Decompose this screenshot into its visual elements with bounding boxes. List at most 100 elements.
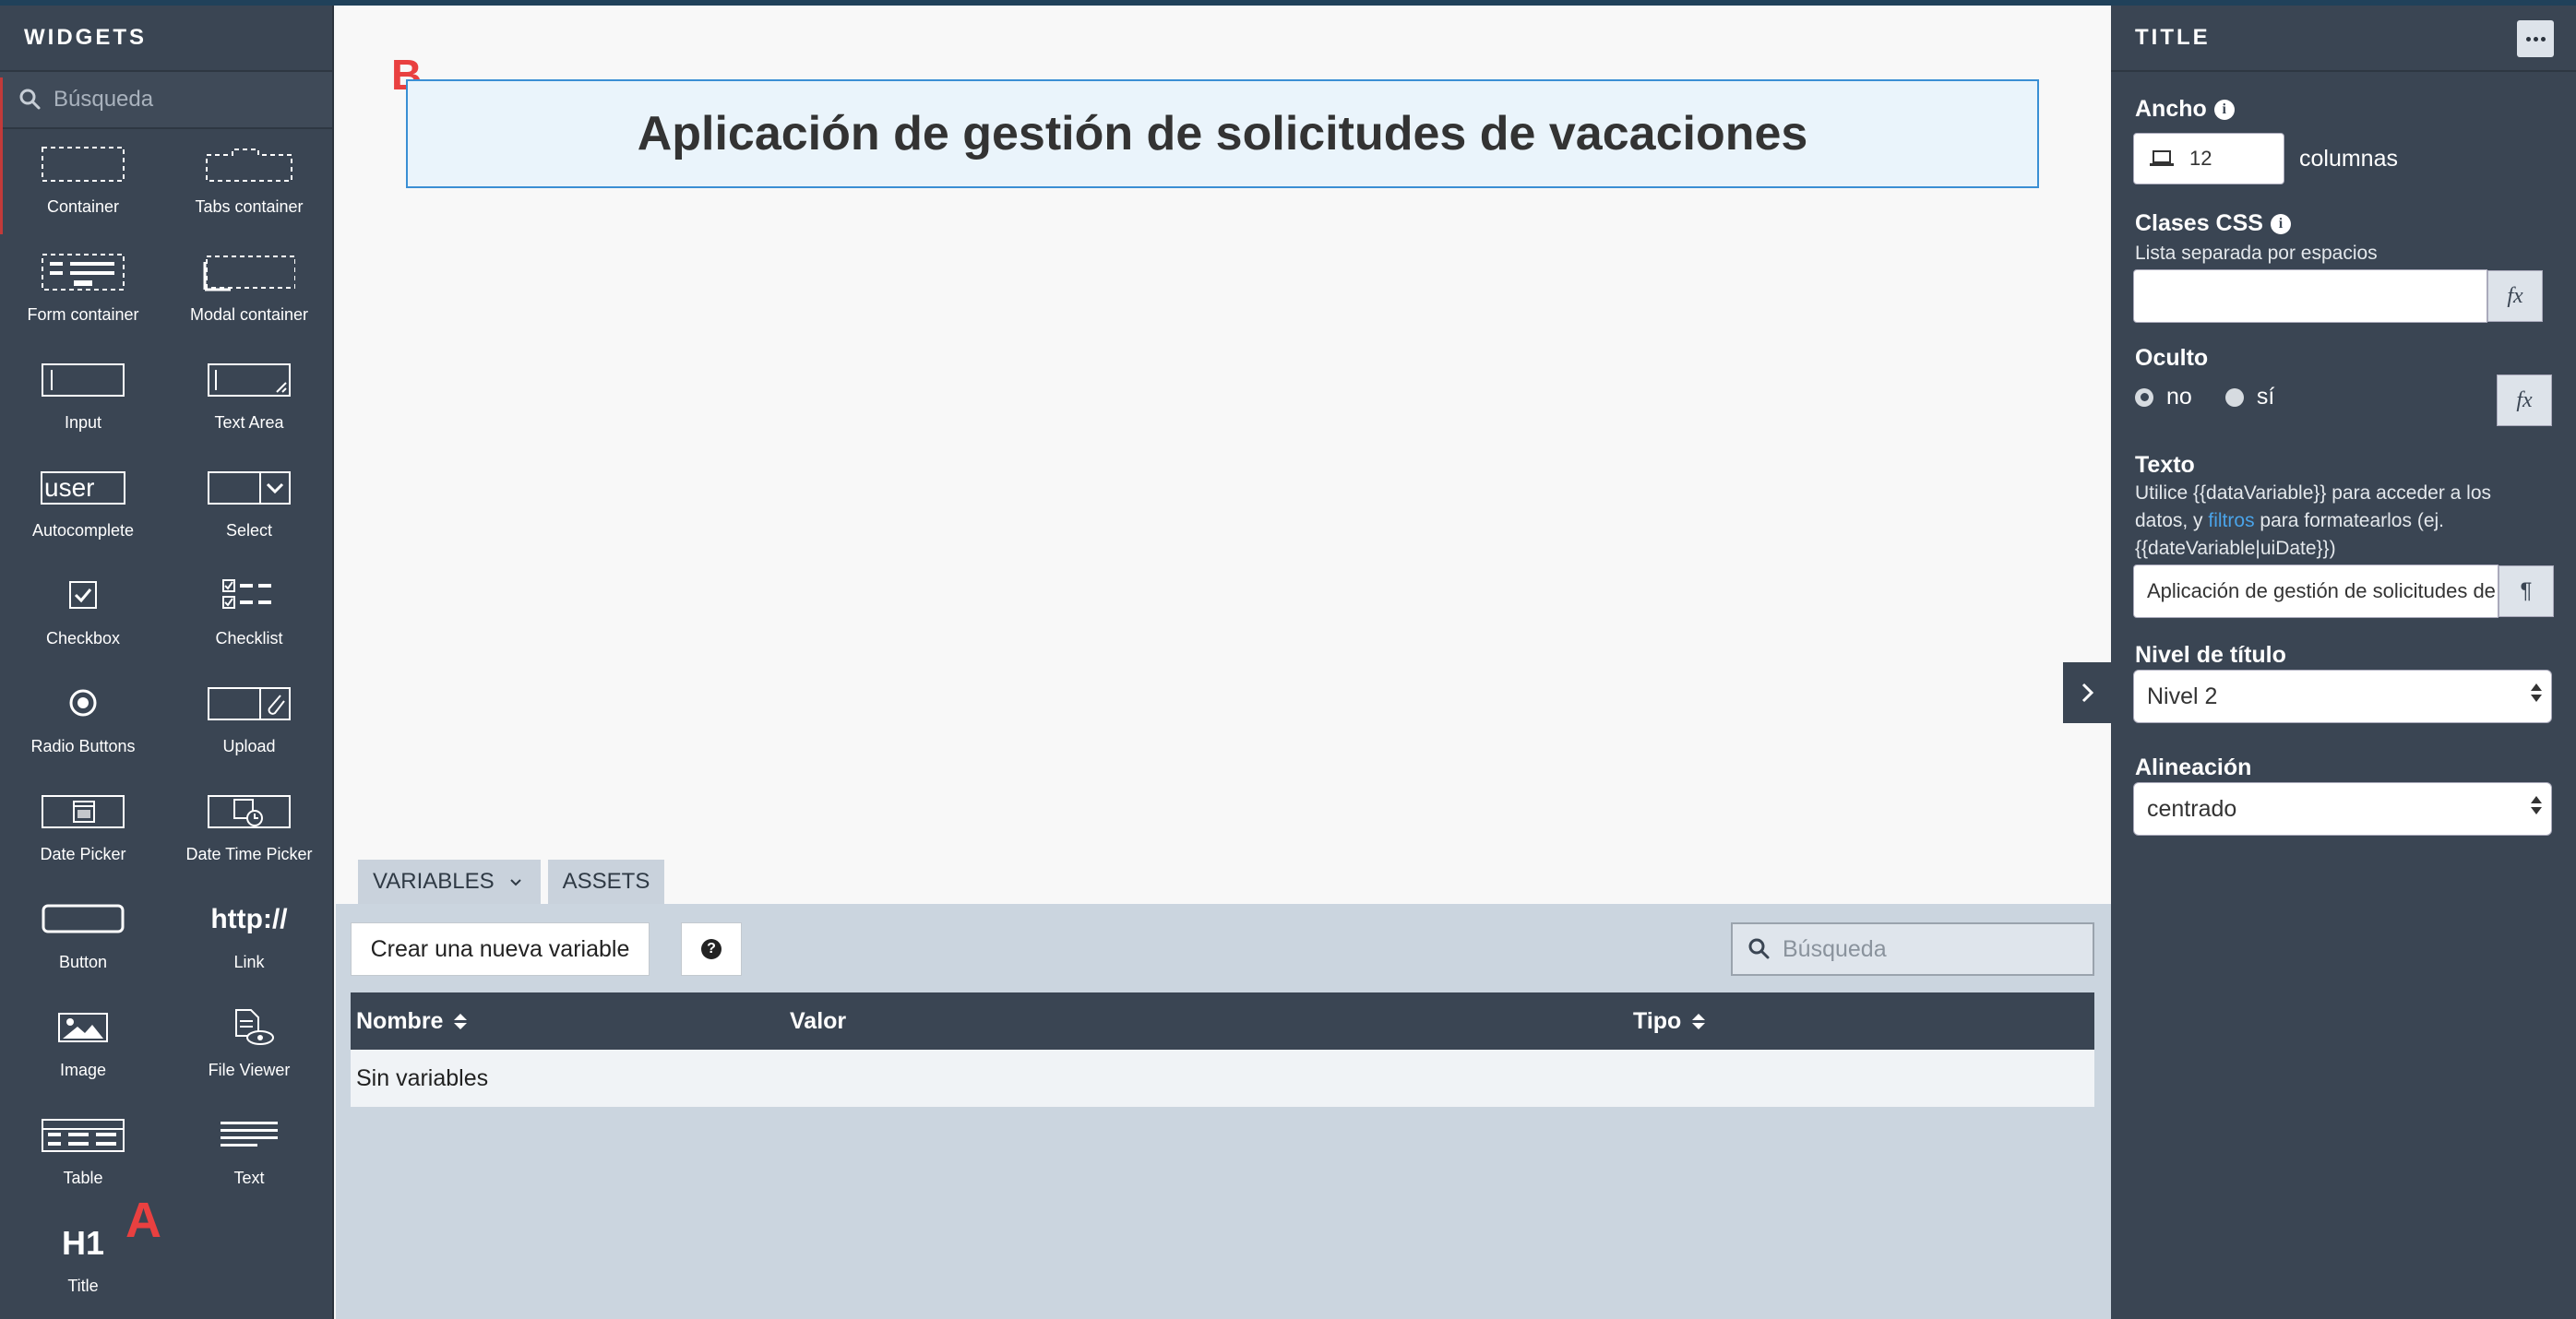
collapse-panel-button[interactable]: [2063, 662, 2111, 723]
title-level-label: Nivel de título: [2135, 642, 2286, 668]
hidden-radio-yes[interactable]: [2224, 387, 2244, 407]
variables-table: Nombre Valor Tipo Sin variables: [351, 992, 2094, 1107]
widget-tabs-container[interactable]: Tabs container: [166, 140, 332, 248]
widget-label: Select: [225, 521, 273, 540]
widget-upload[interactable]: Upload: [166, 680, 332, 788]
properties-panel: TITLE Ancho i 12 columnas Clases CSS i Lis…: [2111, 6, 2576, 1319]
widget-container[interactable]: Container: [0, 140, 166, 248]
widget-modal-container[interactable]: Modal container: [166, 248, 332, 356]
widget-label: Form container: [27, 305, 139, 324]
css-classes-input[interactable]: [2133, 269, 2487, 323]
alignment-select[interactable]: centrado: [2133, 782, 2552, 836]
widget-label: Image: [59, 1061, 107, 1079]
widget-label: Checkbox: [45, 629, 121, 648]
width-unit: columnas: [2299, 146, 2398, 172]
widget-radio-buttons[interactable]: Radio Buttons: [0, 680, 166, 788]
table-empty-row: Sin variables: [351, 1050, 2094, 1107]
variables-search-input[interactable]: [1783, 935, 2078, 963]
upload-icon: [203, 680, 295, 728]
select-arrows-icon: [2531, 796, 2542, 814]
widget-date-picker[interactable]: Date Picker: [0, 788, 166, 896]
widget-autocomplete[interactable]: user Autocomplete: [0, 464, 166, 572]
widget-text[interactable]: Text: [166, 1111, 332, 1219]
widget-label: Text: [233, 1169, 265, 1187]
widget-checklist[interactable]: Checklist: [166, 572, 332, 680]
hidden-option-yes: sí: [2256, 384, 2275, 410]
select-icon: [203, 464, 295, 512]
column-label: Nombre: [356, 1007, 444, 1034]
filters-link[interactable]: filtros: [2208, 510, 2254, 531]
help-button[interactable]: ?: [681, 922, 742, 976]
radio-buttons-icon: [37, 680, 129, 728]
input-icon: [37, 356, 129, 404]
checklist-icon: [203, 572, 295, 620]
widget-link[interactable]: http:// Link: [166, 896, 332, 1004]
search-icon: [1748, 938, 1770, 959]
modal-container-icon: [203, 248, 295, 296]
widgets-palette: WIDGETS Container Tabs container Form co…: [0, 6, 334, 1319]
widget-label: Modal container: [189, 305, 309, 324]
title-level-select[interactable]: Nivel 2: [2133, 670, 2552, 723]
width-label: Ancho i: [2135, 96, 2235, 123]
date-time-picker-icon: [203, 788, 295, 836]
paragraph-icon[interactable]: ¶: [2498, 565, 2554, 617]
width-input[interactable]: 12: [2133, 133, 2284, 184]
palette-search[interactable]: [0, 72, 332, 129]
widget-image[interactable]: Image: [0, 1004, 166, 1111]
hidden-fx-button[interactable]: fx: [2497, 374, 2552, 426]
widget-input[interactable]: Input: [0, 356, 166, 464]
image-icon: [37, 1004, 129, 1052]
info-icon[interactable]: i: [2270, 213, 2291, 234]
widget-form-container[interactable]: Form container: [0, 248, 166, 356]
widget-label: Checklist: [215, 629, 283, 648]
text-label: Texto: [2135, 452, 2195, 478]
css-fx-button[interactable]: fx: [2487, 270, 2543, 322]
css-classes-label: Clases CSS i: [2135, 210, 2291, 237]
widget-label: Title: [67, 1277, 99, 1295]
widget-label: File Viewer: [208, 1061, 291, 1079]
column-nombre[interactable]: Nombre: [351, 1008, 784, 1035]
widget-date-time-picker[interactable]: Date Time Picker: [166, 788, 332, 896]
hidden-label: Oculto: [2135, 345, 2209, 371]
properties-header: TITLE: [2111, 6, 2576, 72]
laptop-icon: [2150, 150, 2174, 166]
table-icon: [37, 1111, 129, 1159]
alignment-value: centrado: [2147, 795, 2237, 822]
chevron-right-icon: [2081, 683, 2094, 703]
title-widget[interactable]: Aplicación de gestión de solicitudes de …: [406, 79, 2039, 188]
widget-label: Container: [46, 197, 120, 216]
widget-checkbox[interactable]: Checkbox: [0, 572, 166, 680]
hidden-option-no: no: [2166, 384, 2192, 410]
widget-select[interactable]: Select: [166, 464, 332, 572]
tabs-container-icon: [203, 140, 295, 188]
palette-search-input[interactable]: [54, 87, 312, 113]
widget-text-area[interactable]: Text Area: [166, 356, 332, 464]
more-options-button[interactable]: [2517, 20, 2554, 57]
widget-grid: Container Tabs container Form container …: [0, 129, 332, 1319]
tab-assets[interactable]: ASSETS: [547, 860, 665, 904]
palette-left-marker: [0, 77, 3, 234]
widget-button[interactable]: Button: [0, 896, 166, 1004]
properties-title: TITLE: [2135, 25, 2211, 50]
hidden-radio-group: no sí: [2135, 384, 2274, 410]
info-icon[interactable]: i: [2213, 99, 2235, 120]
widget-file-viewer[interactable]: File Viewer: [166, 1004, 332, 1111]
hidden-radio-no[interactable]: [2135, 387, 2153, 407]
variables-search[interactable]: [1731, 922, 2094, 976]
date-picker-icon: [37, 788, 129, 836]
widget-label: Link: [233, 953, 265, 971]
text-help: Utilice {{dataVariable}} para acceder a …: [2135, 482, 2492, 559]
css-classes-help: Lista separada por espacios: [2135, 243, 2378, 264]
text-input[interactable]: Aplicación de gestión de solicitudes de …: [2133, 564, 2498, 618]
create-variable-button[interactable]: Crear una nueva variable: [351, 922, 650, 976]
annotation-a: A: [125, 1193, 161, 1248]
tab-variables[interactable]: VARIABLES: [358, 860, 541, 904]
widget-label: Autocomplete: [31, 521, 135, 540]
search-icon: [17, 86, 44, 113]
widget-label: Radio Buttons: [30, 737, 136, 755]
editor-canvas[interactable]: B Aplicación de gestión de solicitudes d…: [336, 6, 2111, 905]
help-icon: ?: [701, 939, 722, 959]
file-viewer-icon: [203, 1004, 295, 1052]
column-tipo[interactable]: Tipo: [1628, 1008, 1997, 1035]
widget-label: Upload: [222, 737, 276, 755]
